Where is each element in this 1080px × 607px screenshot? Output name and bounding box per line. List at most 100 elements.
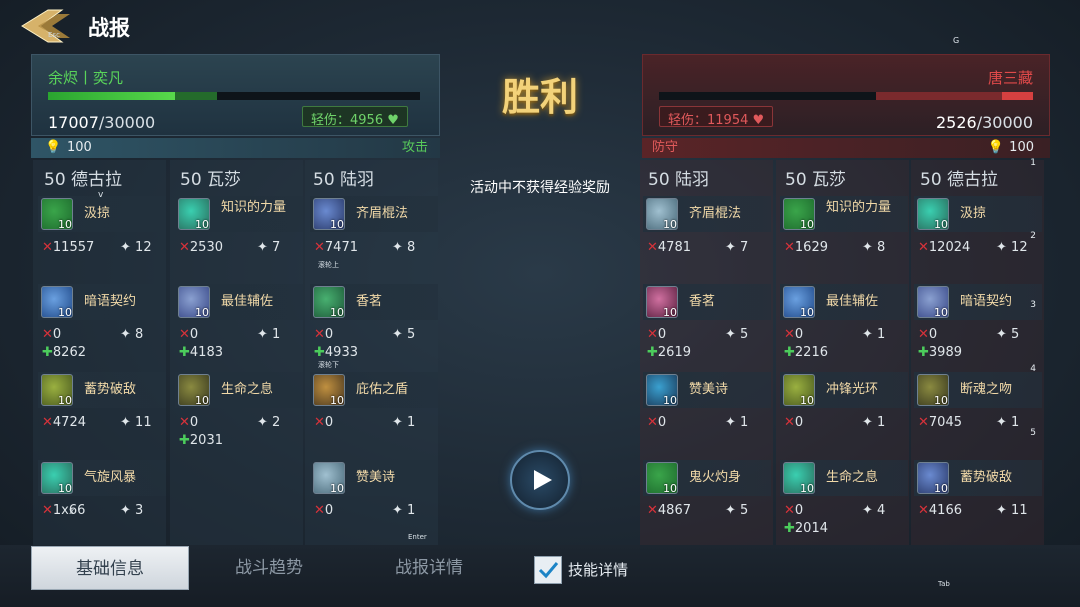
- right-info-strip: 防守 💡 100: [642, 138, 1050, 158]
- tab-battle-details[interactable]: 战报详情: [350, 546, 508, 590]
- skill-card[interactable]: 10 生命之息: [175, 372, 303, 408]
- damage-stat: ✕0: [647, 327, 667, 342]
- skill-icon: 10: [178, 198, 210, 231]
- cross-icon: ✕: [647, 415, 658, 430]
- damage-stat: ✕12024: [918, 240, 971, 255]
- left-info-strip: 💡 100 攻击: [31, 138, 440, 158]
- damage-stat: ✕0: [314, 503, 334, 518]
- skill-name: 气旋风暴: [84, 470, 137, 485]
- skill-card[interactable]: 10 齐眉棍法: [310, 196, 438, 232]
- heal-stat: ✚2014: [784, 521, 828, 536]
- hint-2: 2: [1030, 231, 1036, 241]
- skill-card[interactable]: 10 最佳辅佐: [780, 284, 908, 320]
- skill-card[interactable]: 10 香茗: [310, 284, 438, 320]
- skill-card[interactable]: 10 汲掠: [914, 196, 1042, 232]
- cast-count-stat: ✦ 8: [862, 240, 886, 255]
- heal-stat: ✚2619: [647, 345, 691, 360]
- hero-header: 50 瓦莎: [785, 170, 847, 190]
- cross-icon: ✕: [784, 327, 795, 342]
- damage-stat: ✕0: [179, 415, 199, 430]
- tab-battle-trend[interactable]: 战斗趋势: [190, 546, 348, 590]
- skill-card[interactable]: 10 赞美诗: [310, 460, 438, 496]
- cast-count-stat: ✦ 11: [120, 415, 152, 430]
- heal-plus-icon: ✚: [179, 345, 190, 360]
- skill-card[interactable]: 10 知识的力量: [780, 196, 908, 232]
- esc-hint: Esc: [48, 31, 60, 39]
- skill-card[interactable]: 10 蓄势破敌: [38, 372, 166, 408]
- skill-icon: 10: [783, 286, 815, 319]
- left-stance: 攻击: [401, 140, 428, 155]
- skill-icon: 10: [313, 374, 345, 407]
- heal-stat: ✚2031: [179, 433, 223, 448]
- skill-level: 10: [663, 306, 677, 319]
- skill-card[interactable]: 10 气旋风暴: [38, 460, 166, 496]
- skill-card[interactable]: 10 生命之息: [780, 460, 908, 496]
- hero-header: 50 瓦莎: [180, 170, 242, 190]
- skill-level: 10: [330, 394, 344, 407]
- skill-level: 10: [330, 482, 344, 495]
- damage-stat: ✕11557: [42, 240, 95, 255]
- skill-icon: 10: [178, 286, 210, 319]
- skill-card[interactable]: 10 冲锋光环: [780, 372, 908, 408]
- cross-icon: ✕: [647, 240, 658, 255]
- skill-card[interactable]: 10 香茗: [643, 284, 771, 320]
- cast-count-stat: ✦ 1: [725, 415, 749, 430]
- cross-icon: ✕: [647, 503, 658, 518]
- sparkle-icon: ✦: [996, 240, 1007, 255]
- skill-icon: 10: [646, 198, 678, 231]
- hint-5: 5: [1030, 428, 1036, 438]
- damage-stat: ✕4781: [647, 240, 691, 255]
- skill-icon: 10: [313, 462, 345, 495]
- cast-count-stat: ✦ 1: [392, 503, 416, 518]
- cross-icon: ✕: [314, 415, 325, 430]
- damage-stat: ✕0: [179, 327, 199, 342]
- skill-detail-checkbox[interactable]: [534, 556, 562, 584]
- skill-card[interactable]: 10 蓄势破敌: [914, 460, 1042, 496]
- cross-icon: ✕: [179, 240, 190, 255]
- cross-icon: ✕: [42, 327, 53, 342]
- skill-level: 10: [934, 218, 948, 231]
- skill-level: 10: [330, 218, 344, 231]
- skill-detail-label[interactable]: 技能详情: [568, 559, 628, 580]
- skill-name: 蓄势破敌: [960, 470, 1013, 485]
- sparkle-icon: ✦: [257, 327, 268, 342]
- sparkle-icon: ✦: [392, 240, 403, 255]
- skill-card[interactable]: 10 赞美诗: [643, 372, 771, 408]
- right-player-name: 唐三藏: [987, 69, 1033, 87]
- skill-card[interactable]: 10 最佳辅佐: [175, 284, 303, 320]
- skill-icon: 10: [783, 462, 815, 495]
- victory-banner: 胜利: [501, 75, 578, 119]
- skill-level: 10: [663, 482, 677, 495]
- cast-count-stat: ✦ 4: [862, 503, 886, 518]
- cross-icon: ✕: [647, 327, 658, 342]
- skill-card[interactable]: 10 断魂之吻: [914, 372, 1042, 408]
- skill-name: 断魂之吻: [960, 382, 1013, 397]
- damage-stat: ✕0: [314, 327, 334, 342]
- back-arrow-icon[interactable]: [18, 6, 76, 46]
- top-bar: Esc 战报 G: [0, 0, 1080, 50]
- skill-card[interactable]: 10 庇佑之盾: [310, 372, 438, 408]
- cross-icon: ✕: [918, 240, 929, 255]
- tab-basic-info[interactable]: 基础信息: [31, 546, 189, 590]
- cast-count-stat: ✦ 1: [862, 327, 886, 342]
- skill-card[interactable]: 10 暗语契约: [914, 284, 1042, 320]
- skill-icon: 10: [646, 286, 678, 319]
- play-button[interactable]: [510, 450, 570, 510]
- skill-name: 庇佑之盾: [356, 382, 409, 397]
- skill-card[interactable]: 10 鬼火灼身: [643, 460, 771, 496]
- skill-level: 10: [58, 482, 72, 495]
- right-hp-text: 2526/30000: [935, 113, 1033, 132]
- left-hp-fill: [48, 92, 175, 100]
- skill-card[interactable]: 10 暗语契约: [38, 284, 166, 320]
- play-icon: [534, 470, 552, 490]
- cross-icon: ✕: [784, 503, 795, 518]
- skill-icon: 10: [41, 462, 73, 495]
- damage-stat: ✕4867: [647, 503, 691, 518]
- skill-card[interactable]: 10 汲掠: [38, 196, 166, 232]
- damage-stat: ✕1629: [784, 240, 828, 255]
- skill-icon: 10: [917, 374, 949, 407]
- skill-card[interactable]: 10 知识的力量: [175, 196, 303, 232]
- left-gold: 100: [67, 140, 92, 155]
- skill-card[interactable]: 10 齐眉棍法: [643, 196, 771, 232]
- skill-name: 知识的力量: [221, 200, 287, 215]
